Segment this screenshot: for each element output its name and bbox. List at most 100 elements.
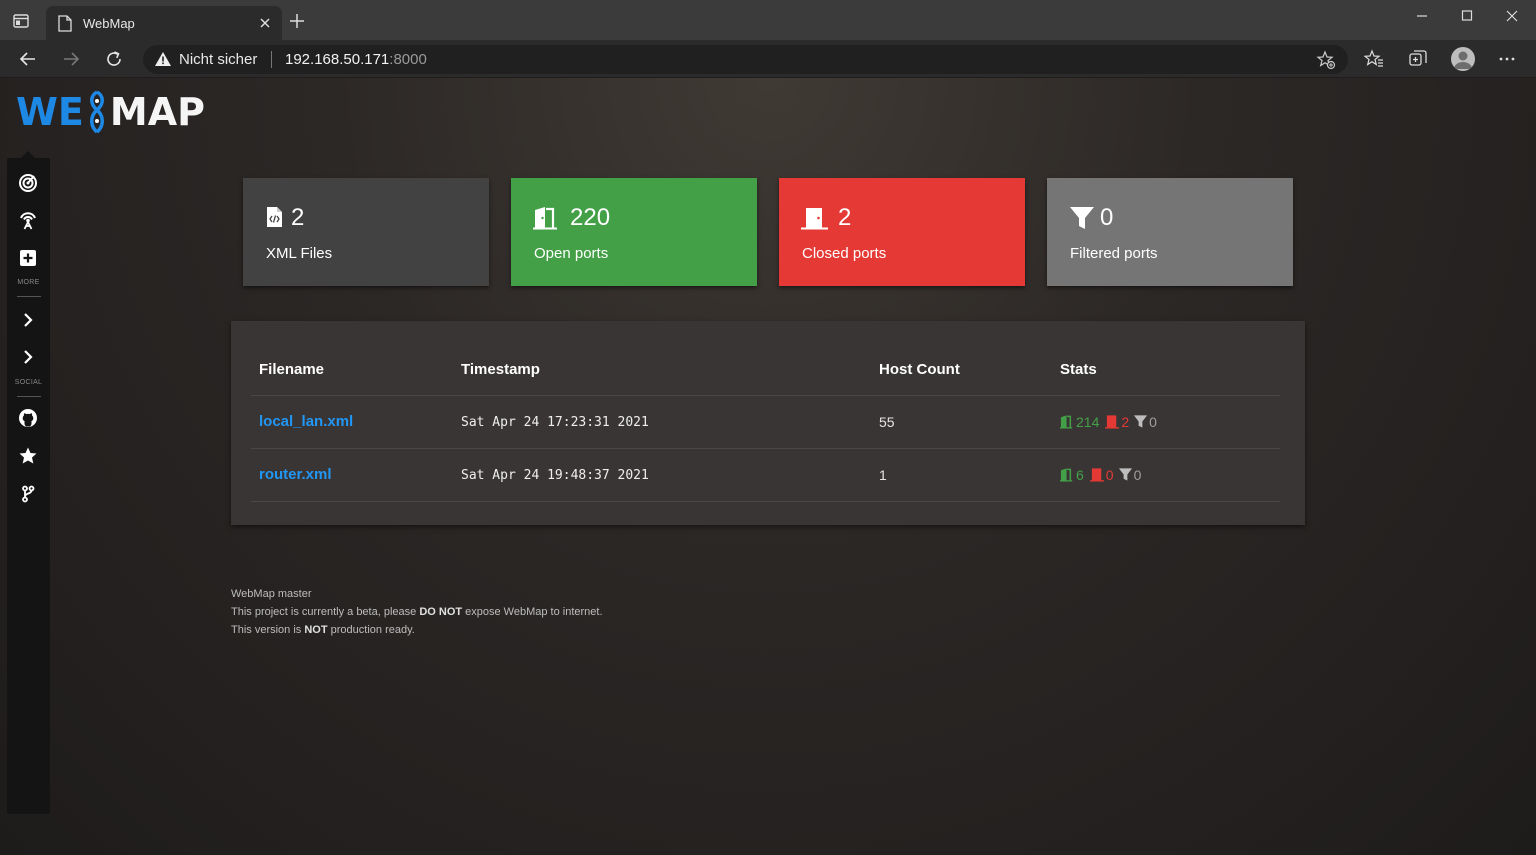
timestamp: Sat Apr 24 19:48:37 2021 [461,468,649,483]
sidebar-divider [17,396,41,397]
access-point-icon[interactable] [18,210,38,230]
new-tab-icon[interactable] [289,13,305,29]
open-ports-count: 220 [570,204,611,231]
xml-files-label: XML Files [266,245,333,262]
closed-ports-card: 2 Closed ports [779,178,1025,286]
address-bar[interactable]: Nicht sicher 192.168.50.171:8000 [143,45,1348,74]
closed-count: 0 [1105,466,1114,483]
warning-icon[interactable] [154,51,172,67]
footer-text: This project is currently a beta, please [231,606,420,618]
table-row: router.xml Sat Apr 24 19:48:37 2021 1 6 … [251,448,1280,502]
footer-emphasis: NOT [304,624,328,636]
column-header-filename: Filename [251,345,453,396]
logo-text-we: WE [16,90,84,134]
door-closed-icon [801,208,828,230]
security-status[interactable]: Nicht sicher [179,51,257,68]
timestamp-cell: Sat Apr 24 19:48:37 2021 [453,448,871,502]
open-count: 6 [1076,466,1084,483]
filename-cell: router.xml [251,448,453,502]
stats-cell: 6 0 0 [1052,448,1280,502]
favorites-icon[interactable] [1364,49,1384,69]
file-link-local-lan[interactable]: local_lan.xml [259,413,353,430]
fork-icon[interactable] [18,484,38,504]
xml-files-card: 2 XML Files [243,178,489,286]
open-count: 214 [1076,413,1100,430]
door-open-icon [533,207,557,230]
footer-production-warning: This version is NOT production ready. [231,621,603,639]
radar-icon[interactable] [18,173,38,193]
filtered-ports-card: 0 Filtered ports [1047,178,1293,286]
webmap-logo[interactable]: WE MAP [16,90,205,134]
timestamp-cell: Sat Apr 24 17:23:31 2021 [453,395,871,449]
close-window-icon[interactable] [1500,8,1524,24]
door-closed-icon [1105,415,1120,429]
close-tab-icon[interactable] [258,16,272,30]
port-stats: 214 2 0 [1060,414,1280,430]
plus-box-icon[interactable] [18,248,38,268]
profile-avatar[interactable] [1451,47,1475,71]
xml-files-count: 2 [291,204,305,231]
column-header-stats: Stats [1052,345,1280,396]
page-content: WE MAP MORE SOCIAL 2 XML Files 220 Open … [0,78,1536,855]
sidebar-divider [17,296,41,297]
browser-toolbar: Nicht sicher 192.168.50.171:8000 [0,40,1536,78]
file-link-router[interactable]: router.xml [259,466,332,483]
chevron-right-icon[interactable] [18,310,38,330]
host-count-cell: 1 [871,448,1052,502]
table-header-row: Filename Timestamp Host Count Stats [251,345,1280,396]
xml-files-table-card: Filename Timestamp Host Count Stats loca… [231,321,1305,525]
filter-icon [1070,207,1094,229]
port-stats: 6 0 0 [1060,467,1280,483]
door-closed-icon [1089,468,1104,482]
sidebar-section-more: MORE [17,279,40,286]
footer-text: This version is [231,624,305,636]
sidebar: MORE SOCIAL [7,151,50,814]
open-ports-label: Open ports [534,245,609,262]
github-icon[interactable] [18,408,38,428]
door-open-icon [1060,415,1073,429]
filtered-ports-count: 0 [1100,204,1114,231]
tab-actions-icon[interactable] [12,12,30,30]
closed-ports-count: 2 [838,204,852,231]
minimize-icon[interactable] [1410,8,1434,24]
closed-count: 2 [1121,413,1130,430]
stats-cell: 214 2 0 [1052,395,1280,449]
closed-ports-label: Closed ports [802,245,887,262]
more-options-icon[interactable] [1497,49,1517,69]
door-open-icon [1060,468,1073,482]
person-icon [1454,51,1472,69]
collections-icon[interactable] [1408,49,1428,69]
url-text[interactable]: 192.168.50.171:8000 [285,51,427,68]
filtered-count: 0 [1133,466,1142,483]
maximize-icon[interactable] [1455,8,1479,24]
back-arrow-icon[interactable] [18,49,38,69]
footer-text: production ready. [327,624,415,636]
host-count-cell: 55 [871,395,1052,449]
footer-version: WebMap master [231,588,312,600]
column-header-host-count: Host Count [871,345,1052,396]
chevron-right-icon[interactable] [18,347,38,367]
address-divider [271,51,272,68]
browser-tab[interactable]: WebMap [46,6,282,40]
url-port: :8000 [389,51,427,68]
filename-cell: local_lan.xml [251,395,453,449]
timestamp: Sat Apr 24 17:23:31 2021 [461,415,649,430]
filtered-ports-label: Filtered ports [1070,245,1158,262]
filter-icon [1134,415,1148,428]
star-icon[interactable] [18,446,38,466]
logo-mark-icon [89,90,104,134]
logo-text-map: MAP [109,90,205,134]
filter-icon [1118,468,1132,481]
url-host: 192.168.50.171 [285,51,390,68]
open-ports-card: 220 Open ports [511,178,757,286]
footer-text: expose WebMap to internet. [462,606,603,618]
add-favorite-icon[interactable] [1316,50,1336,70]
column-header-timestamp: Timestamp [453,345,871,396]
reload-icon[interactable] [104,49,124,69]
xml-file-icon [267,207,282,227]
xml-files-table: Filename Timestamp Host Count Stats loca… [251,345,1280,502]
page-icon [58,15,72,32]
footer-emphasis: DO NOT [419,606,463,618]
footer: WebMap master This project is currently … [231,585,603,639]
forward-arrow-icon[interactable] [61,49,81,69]
